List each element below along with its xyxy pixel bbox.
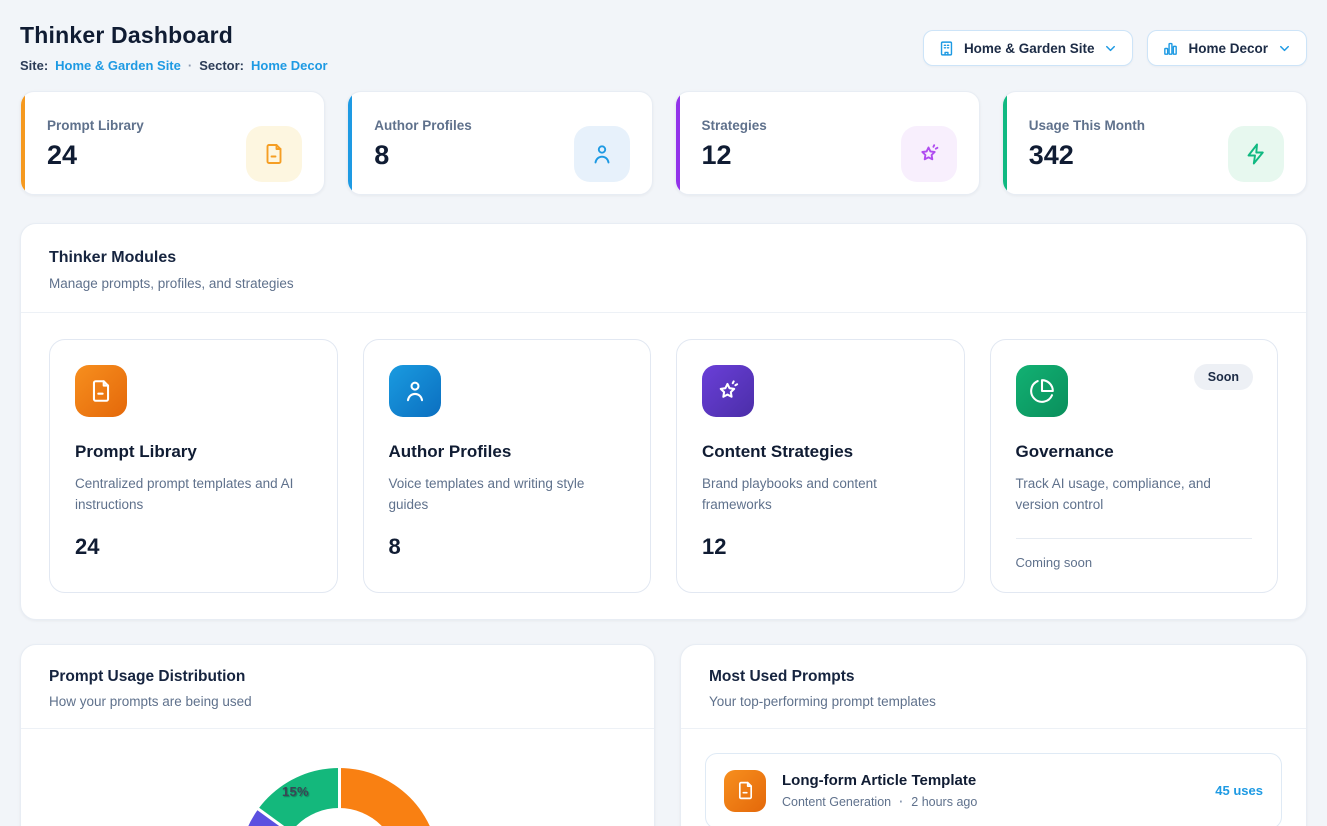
usage-donut[interactable]: 15% (239, 768, 439, 826)
sparkle-star-icon (702, 365, 754, 417)
soon-badge: Soon (1194, 364, 1253, 390)
module-count: 24 (75, 534, 312, 560)
module-description: Brand playbooks and content frameworks (702, 474, 939, 516)
stats-row: Prompt Library 24 Author Profiles 8 Stra… (20, 91, 1307, 195)
stat-card-prompt-library[interactable]: Prompt Library 24 (20, 91, 325, 195)
sector-selector-label: Home Decor (1188, 41, 1268, 56)
module-title: Prompt Library (75, 442, 312, 462)
module-card-governance[interactable]: Soon Governance Track AI usage, complian… (990, 339, 1279, 593)
module-count: 12 (702, 534, 939, 560)
breadcrumb: Site: Home & Garden Site · Sector: Home … (20, 58, 328, 73)
page-header: Thinker Dashboard Site: Home & Garden Si… (20, 22, 1307, 73)
module-title: Governance (1016, 442, 1253, 462)
page-title: Thinker Dashboard (20, 22, 328, 49)
coming-soon-text: Coming soon (1016, 555, 1253, 570)
meta-dot: · (899, 795, 903, 809)
user-icon (389, 365, 441, 417)
lightning-icon (1228, 126, 1284, 182)
prompt-item-title: Long-form Article Template (782, 772, 1199, 789)
site-selector-label: Home & Garden Site (964, 41, 1095, 56)
module-description: Voice templates and writing style guides (389, 474, 626, 516)
stat-value: 12 (702, 140, 767, 171)
module-card-content-strategies[interactable]: Content Strategies Brand playbooks and c… (676, 339, 965, 593)
stat-card-strategies[interactable]: Strategies 12 (675, 91, 980, 195)
modules-grid: Prompt Library Centralized prompt templa… (21, 313, 1306, 619)
stat-card-usage[interactable]: Usage This Month 342 (1002, 91, 1307, 195)
sector-label: Sector: (199, 58, 244, 73)
stat-value: 8 (374, 140, 472, 171)
module-description: Track AI usage, compliance, and version … (1016, 474, 1253, 516)
prompt-item-uses: 45 uses (1215, 783, 1263, 798)
chevron-down-icon (1277, 41, 1292, 56)
modules-title: Thinker Modules (49, 249, 1278, 267)
document-icon (246, 126, 302, 182)
stat-label: Usage This Month (1029, 118, 1145, 133)
header-buttons: Home & Garden Site Home Decor (923, 30, 1307, 66)
sector-link[interactable]: Home Decor (251, 58, 328, 73)
site-link[interactable]: Home & Garden Site (55, 58, 181, 73)
stat-card-author-profiles[interactable]: Author Profiles 8 (347, 91, 652, 195)
stat-text: Prompt Library 24 (47, 118, 144, 189)
module-card-prompt-library[interactable]: Prompt Library Centralized prompt templa… (49, 339, 338, 593)
stat-text: Author Profiles 8 (374, 118, 472, 189)
document-icon (724, 770, 766, 812)
usage-panel-title: Prompt Usage Distribution (49, 668, 626, 686)
sector-selector-button[interactable]: Home Decor (1147, 30, 1307, 66)
header-left: Thinker Dashboard Site: Home & Garden Si… (20, 22, 328, 73)
stat-text: Usage This Month 342 (1029, 118, 1145, 189)
stat-text: Strategies 12 (702, 118, 767, 189)
prompt-item-category: Content Generation (782, 795, 891, 809)
thinker-modules-section: Thinker Modules Manage prompts, profiles… (20, 223, 1307, 620)
stat-label: Prompt Library (47, 118, 144, 133)
module-card-author-profiles[interactable]: Author Profiles Voice templates and writ… (363, 339, 652, 593)
stat-label: Author Profiles (374, 118, 472, 133)
most-used-subtitle: Your top-performing prompt templates (709, 694, 1278, 709)
pie-chart-icon (1016, 365, 1068, 417)
stat-value: 342 (1029, 140, 1145, 171)
module-description: Centralized prompt templates and AI inst… (75, 474, 312, 516)
usage-panel-header: Prompt Usage Distribution How your promp… (21, 645, 654, 729)
usage-panel-subtitle: How your prompts are being used (49, 694, 626, 709)
breadcrumb-dot: · (188, 58, 192, 73)
modules-subtitle: Manage prompts, profiles, and strategies (49, 276, 1278, 291)
site-selector-button[interactable]: Home & Garden Site (923, 30, 1134, 66)
dashboard-page: Thinker Dashboard Site: Home & Garden Si… (0, 0, 1327, 826)
prompt-list-item[interactable]: Long-form Article Template Content Gener… (705, 753, 1282, 826)
modules-header: Thinker Modules Manage prompts, profiles… (21, 224, 1306, 313)
module-title: Author Profiles (389, 442, 626, 462)
stat-label: Strategies (702, 118, 767, 133)
user-icon (574, 126, 630, 182)
module-title: Content Strategies (702, 442, 939, 462)
most-used-header: Most Used Prompts Your top-performing pr… (681, 645, 1306, 729)
donut-segment-label: 15% (282, 784, 309, 799)
prompt-item-meta: Content Generation · 2 hours ago (782, 795, 1199, 809)
most-used-title: Most Used Prompts (709, 668, 1278, 686)
usage-distribution-panel: Prompt Usage Distribution How your promp… (20, 644, 655, 826)
site-label: Site: (20, 58, 48, 73)
divider (1016, 538, 1253, 539)
most-used-prompts-panel: Most Used Prompts Your top-performing pr… (680, 644, 1307, 826)
module-count: 8 (389, 534, 626, 560)
stat-value: 24 (47, 140, 144, 171)
sparkle-star-icon (901, 126, 957, 182)
chevron-down-icon (1103, 41, 1118, 56)
building-icon (938, 40, 955, 57)
prompt-item-time: 2 hours ago (911, 795, 977, 809)
bottom-row: Prompt Usage Distribution How your promp… (20, 644, 1307, 826)
usage-chart-area: 15% (21, 729, 654, 826)
document-icon (75, 365, 127, 417)
bar-chart-icon (1162, 40, 1179, 57)
prompt-item-main: Long-form Article Template Content Gener… (782, 772, 1199, 809)
prompt-list: Long-form Article Template Content Gener… (681, 729, 1306, 826)
